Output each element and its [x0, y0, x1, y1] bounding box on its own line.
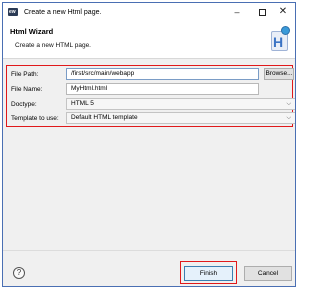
file-name-input[interactable]: MyHtml.html: [66, 83, 259, 95]
browse-button[interactable]: Browse...: [264, 68, 294, 80]
app-icon-text: ew: [9, 9, 16, 15]
doctype-value: HTML 5: [71, 100, 94, 107]
close-button[interactable]: ✕: [274, 6, 292, 18]
template-select[interactable]: Default HTML template ⌵: [66, 112, 295, 124]
minimize-button[interactable]: –: [228, 6, 246, 18]
wizard-header: Html Wizard Create a new HTML page. H: [3, 21, 295, 59]
doctype-select[interactable]: HTML 5 ⌵: [66, 98, 295, 110]
file-path-row: File Path: /first/src/main/webapp Browse…: [7, 68, 294, 81]
globe-icon: [281, 26, 290, 35]
maximize-button[interactable]: [253, 6, 271, 18]
chevron-down-icon: ⌵: [286, 101, 291, 107]
file-path-input[interactable]: /first/src/main/webapp: [66, 68, 259, 80]
wizard-description: Create a new HTML page.: [15, 42, 91, 49]
help-button[interactable]: ?: [13, 267, 25, 279]
cancel-button[interactable]: Cancel: [244, 266, 292, 281]
html-letter: H: [273, 34, 284, 50]
eclipse-app-icon: ew: [8, 8, 18, 16]
template-row: Template to use: Default HTML template ⌵: [7, 112, 295, 125]
screenshot: ew Create a new Html page. – ✕ Html Wiza…: [0, 0, 300, 292]
template-label: Template to use:: [11, 115, 59, 122]
window-title: Create a new Html page.: [24, 9, 102, 16]
finish-button[interactable]: Finish: [184, 266, 233, 281]
footer-divider: [3, 250, 295, 251]
file-name-row: File Name: MyHtml.html: [7, 83, 294, 96]
doctype-label: Doctype:: [11, 101, 37, 108]
html-page-icon: H: [269, 26, 291, 52]
wizard-window: ew Create a new Html page. – ✕ Html Wiza…: [2, 2, 296, 287]
maximize-icon: [258, 9, 266, 17]
file-name-label: File Name:: [11, 86, 43, 93]
wizard-title: Html Wizard: [10, 27, 54, 36]
chevron-down-icon: ⌵: [286, 115, 291, 121]
title-bar: ew Create a new Html page. – ✕: [3, 3, 295, 21]
doctype-row: Doctype: HTML 5 ⌵: [7, 98, 295, 111]
file-path-label: File Path:: [11, 71, 39, 78]
template-value: Default HTML template: [71, 114, 138, 121]
form-highlight-box: File Path: /first/src/main/webapp Browse…: [6, 65, 295, 127]
